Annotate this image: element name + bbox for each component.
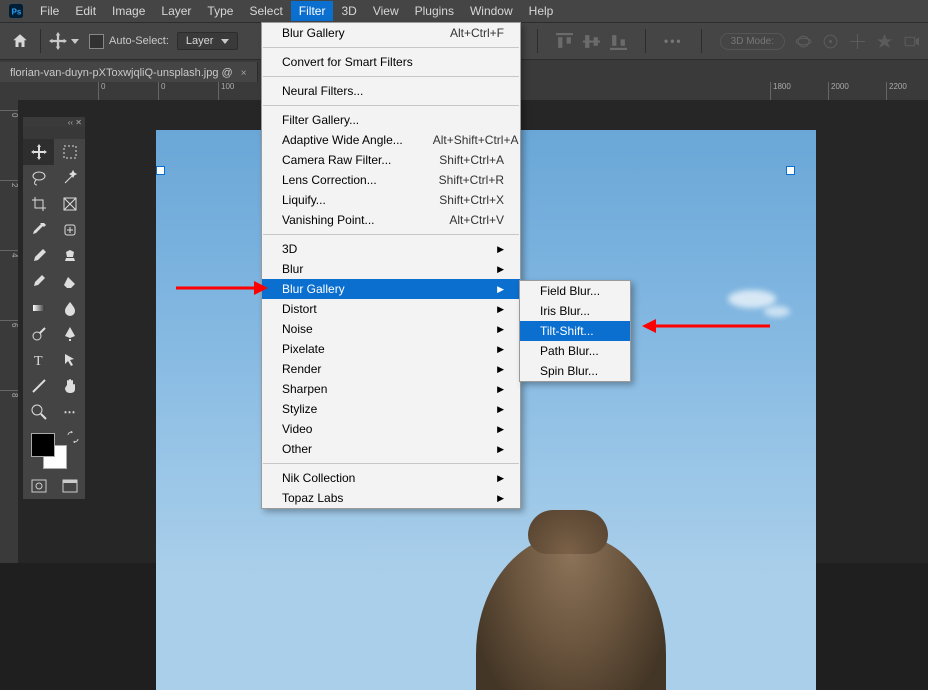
hand-tool[interactable] xyxy=(54,373,85,399)
foreground-color-swatch[interactable] xyxy=(31,433,55,457)
menu-3d[interactable]: 3D xyxy=(333,1,364,21)
blur-tool[interactable] xyxy=(54,295,85,321)
quick-mask-icon[interactable] xyxy=(31,479,47,493)
menu-item[interactable]: Render▶ xyxy=(262,359,520,379)
tool-preset-dropdown[interactable] xyxy=(71,39,79,44)
dodge-tool[interactable] xyxy=(23,321,54,347)
path-selection-tool[interactable] xyxy=(54,347,85,373)
ruler-vertical: 02468 xyxy=(0,100,19,563)
align-vcenter-icon[interactable] xyxy=(583,33,600,50)
menu-help[interactable]: Help xyxy=(521,1,562,21)
menu-item[interactable]: Blur GalleryAlt+Ctrl+F xyxy=(262,23,520,43)
menu-item[interactable]: Video▶ xyxy=(262,419,520,439)
gradient-tool[interactable] xyxy=(23,295,54,321)
light-icon[interactable] xyxy=(903,33,920,50)
eraser-tool[interactable] xyxy=(54,269,85,295)
svg-text:T: T xyxy=(34,354,43,368)
more-options-icon[interactable]: ••• xyxy=(664,34,683,48)
menu-filter[interactable]: Filter xyxy=(291,1,334,21)
transform-handle-tr[interactable] xyxy=(786,166,795,175)
lasso-tool[interactable] xyxy=(23,165,54,191)
menu-item[interactable]: Filter Gallery... xyxy=(262,110,520,130)
menu-item[interactable]: Nik Collection▶ xyxy=(262,468,520,488)
palette-collapse-icon[interactable]: ‹‹ ✕ xyxy=(68,118,82,127)
menu-item[interactable]: 3D▶ xyxy=(262,239,520,259)
brush-tool[interactable] xyxy=(23,243,54,269)
menu-image[interactable]: Image xyxy=(104,1,153,21)
document-tab[interactable]: florian-van-duyn-pXToxwjqliQ-unsplash.jp… xyxy=(0,62,258,84)
menu-item[interactable]: Neural Filters... xyxy=(262,81,520,101)
menu-item[interactable]: Camera Raw Filter...Shift+Ctrl+A xyxy=(262,150,520,170)
auto-select-type-dropdown[interactable]: Layer xyxy=(177,32,239,50)
star-icon[interactable] xyxy=(876,33,893,50)
menu-item[interactable]: Spin Blur... xyxy=(520,361,630,381)
3d-mode-label: 3D Mode: xyxy=(720,33,785,50)
clone-stamp-tool[interactable] xyxy=(54,243,85,269)
edit-toolbar[interactable]: ⋯ xyxy=(54,399,85,425)
filter-menu: Blur GalleryAlt+Ctrl+F Convert for Smart … xyxy=(261,22,521,509)
menu-type[interactable]: Type xyxy=(199,1,241,21)
pen-tool[interactable] xyxy=(54,321,85,347)
dolly-icon[interactable] xyxy=(849,33,866,50)
menu-file[interactable]: File xyxy=(32,1,67,21)
menu-item[interactable]: Blur▶ xyxy=(262,259,520,279)
menu-item[interactable]: Iris Blur... xyxy=(520,301,630,321)
menu-layer[interactable]: Layer xyxy=(153,1,199,21)
blur-gallery-submenu: Field Blur...Iris Blur...Tilt-Shift...Pa… xyxy=(519,280,631,382)
menu-item[interactable]: Distort▶ xyxy=(262,299,520,319)
crop-tool[interactable] xyxy=(23,191,54,217)
align-top-icon[interactable] xyxy=(556,33,573,50)
menu-item[interactable]: Field Blur... xyxy=(520,281,630,301)
menu-bar: Ps FileEditImageLayerTypeSelectFilter3DV… xyxy=(0,0,928,23)
menu-item[interactable]: Other▶ xyxy=(262,439,520,459)
move-tool[interactable] xyxy=(23,139,54,165)
align-bottom-icon[interactable] xyxy=(610,33,627,50)
menu-item[interactable]: Convert for Smart Filters xyxy=(262,52,520,72)
menu-select[interactable]: Select xyxy=(241,1,290,21)
menu-item[interactable]: Vanishing Point...Alt+Ctrl+V xyxy=(262,210,520,230)
marquee-tool[interactable] xyxy=(54,139,85,165)
menu-item[interactable]: Tilt-Shift... xyxy=(520,321,630,341)
magic-wand-tool[interactable] xyxy=(54,165,85,191)
menu-item[interactable]: Path Blur... xyxy=(520,341,630,361)
annotation-arrow-left xyxy=(176,279,268,297)
transform-handle-tl[interactable] xyxy=(156,166,165,175)
close-tab-icon[interactable]: × xyxy=(241,68,247,79)
menu-plugins[interactable]: Plugins xyxy=(407,1,462,21)
orbit-icon[interactable] xyxy=(795,33,812,50)
auto-select-checkbox[interactable]: Auto-Select: xyxy=(89,34,169,49)
frame-tool[interactable] xyxy=(54,191,85,217)
menu-item[interactable]: Stylize▶ xyxy=(262,399,520,419)
pan-3d-icon[interactable] xyxy=(822,33,839,50)
healing-brush-tool[interactable] xyxy=(54,217,85,243)
screen-mode-icon[interactable] xyxy=(62,479,78,493)
menu-item[interactable]: Blur Gallery▶ xyxy=(262,279,520,299)
tool-palette: ‹‹ ✕ T ⋯ xyxy=(22,116,86,500)
menu-item[interactable]: Sharpen▶ xyxy=(262,379,520,399)
menu-item[interactable]: Liquify...Shift+Ctrl+X xyxy=(262,190,520,210)
ps-logo: Ps xyxy=(6,1,26,21)
menu-item[interactable]: Noise▶ xyxy=(262,319,520,339)
menu-item[interactable]: Lens Correction...Shift+Ctrl+R xyxy=(262,170,520,190)
history-brush-tool[interactable] xyxy=(23,269,54,295)
annotation-arrow-right xyxy=(642,317,770,335)
swap-colors-icon[interactable] xyxy=(67,431,79,443)
svg-text:Ps: Ps xyxy=(12,8,22,17)
eyedropper-tool[interactable] xyxy=(23,217,54,243)
zoom-tool[interactable] xyxy=(23,399,54,425)
home-button[interactable] xyxy=(8,29,32,53)
line-tool[interactable] xyxy=(23,373,54,399)
menu-item[interactable]: Topaz Labs▶ xyxy=(262,488,520,508)
menu-window[interactable]: Window xyxy=(462,1,521,21)
color-swatches[interactable] xyxy=(23,429,85,471)
menu-item[interactable]: Adaptive Wide Angle...Alt+Shift+Ctrl+A xyxy=(262,130,520,150)
menu-item[interactable]: Pixelate▶ xyxy=(262,339,520,359)
move-tool-icon xyxy=(49,32,67,50)
type-tool[interactable]: T xyxy=(23,347,54,373)
menu-view[interactable]: View xyxy=(365,1,407,21)
menu-edit[interactable]: Edit xyxy=(67,1,104,21)
